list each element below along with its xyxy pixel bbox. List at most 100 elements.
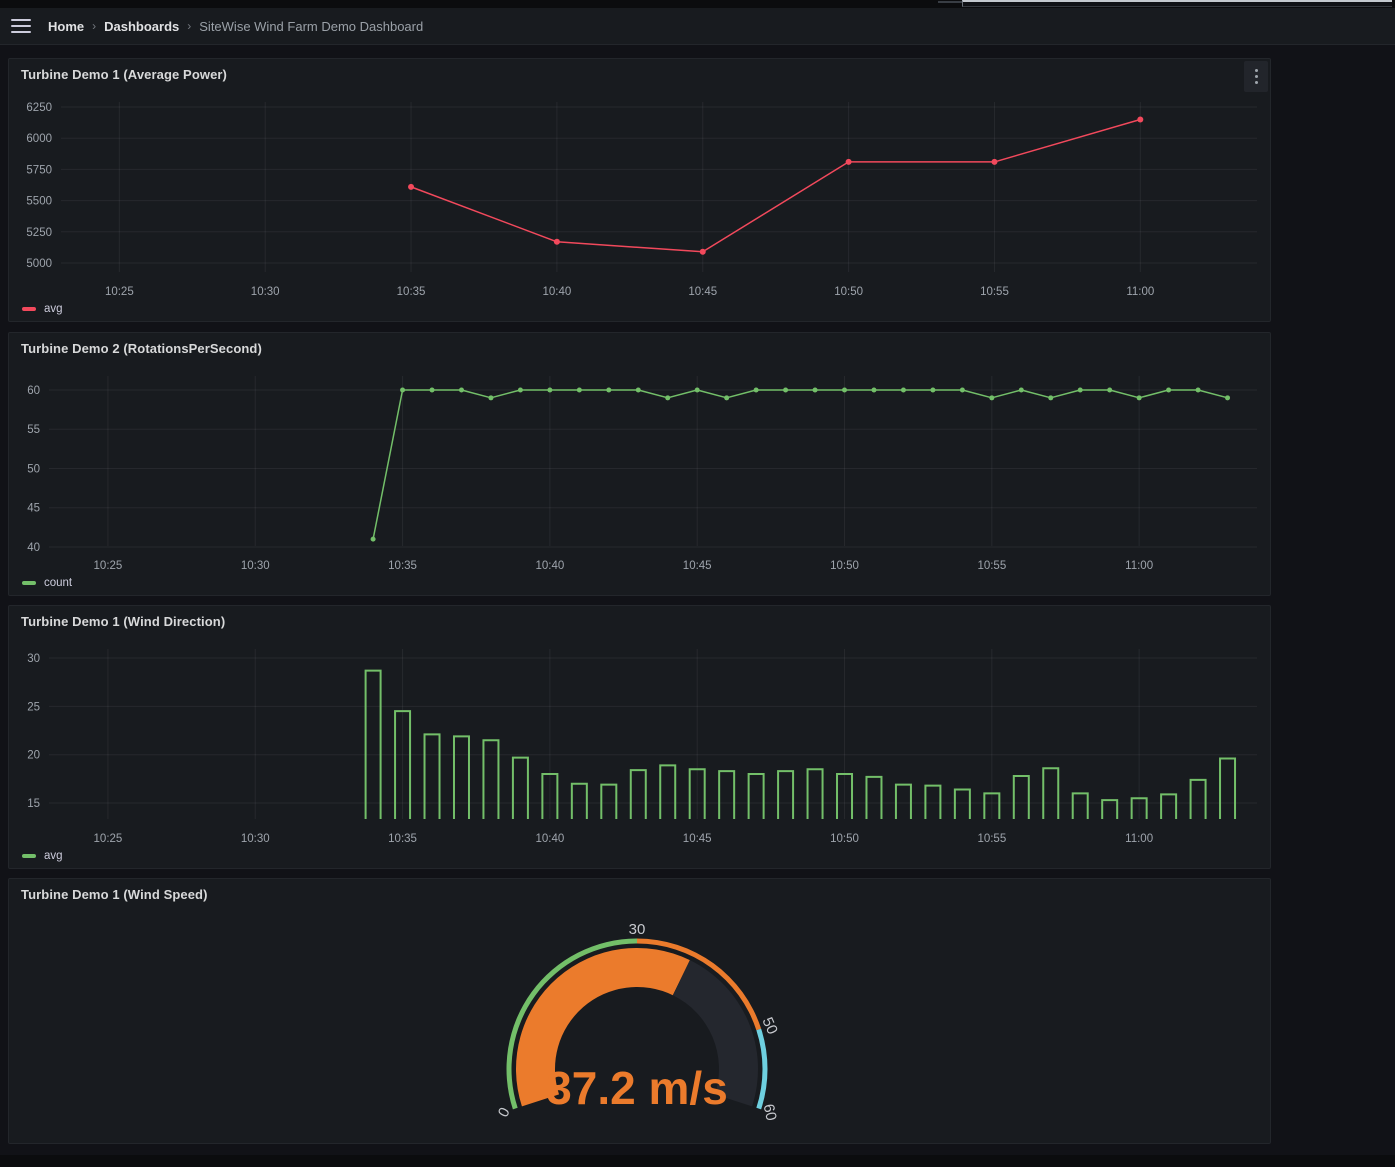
- breadcrumb-dashboards[interactable]: Dashboards: [104, 19, 179, 34]
- x-tick-label: 10:40: [543, 286, 572, 298]
- y-tick-label: 25: [27, 701, 40, 713]
- data-point: [960, 387, 965, 392]
- y-tick-label: 50: [27, 463, 40, 475]
- data-point: [1078, 387, 1083, 392]
- y-tick-label: 40: [27, 542, 40, 554]
- x-tick-label: 11:00: [1125, 833, 1153, 845]
- x-tick-label: 10:30: [241, 560, 270, 572]
- average-power-chart[interactable]: 50005250550057506000625010:2510:3010:351…: [9, 88, 1270, 322]
- gauge-tick-label: 30: [629, 921, 646, 938]
- data-point: [989, 395, 994, 400]
- x-tick-label: 10:50: [830, 833, 859, 845]
- y-tick-label: 60: [27, 385, 40, 397]
- y-tick-label: 55: [27, 424, 40, 436]
- top-edge-artifact-dash: [938, 1, 962, 3]
- y-tick-label: 20: [27, 750, 40, 762]
- x-tick-label: 10:30: [251, 286, 280, 298]
- data-point: [400, 387, 405, 392]
- bar: [513, 758, 528, 819]
- gauge-value-text: 37.2 m/s: [546, 1062, 728, 1114]
- breadcrumb: Home › Dashboards › SiteWise Wind Farm D…: [48, 19, 423, 34]
- data-point: [430, 387, 435, 392]
- x-tick-label: 10:25: [94, 560, 123, 572]
- data-point: [371, 537, 376, 542]
- data-point: [606, 387, 611, 392]
- bar: [454, 736, 469, 819]
- x-tick-label: 10:40: [535, 833, 564, 845]
- data-point: [1137, 395, 1142, 400]
- series-line: [373, 390, 1227, 539]
- data-point: [459, 387, 464, 392]
- x-tick-label: 10:40: [535, 560, 564, 572]
- bar: [808, 769, 823, 819]
- x-tick-label: 10:55: [977, 560, 1006, 572]
- x-tick-label: 10:45: [683, 833, 712, 845]
- bar: [660, 765, 675, 819]
- data-point: [547, 387, 552, 392]
- x-tick-label: 10:55: [977, 833, 1006, 845]
- menu-icon[interactable]: [11, 19, 31, 33]
- y-tick-label: 45: [27, 503, 40, 515]
- data-point: [991, 159, 997, 165]
- rotations-chart[interactable]: 404550556010:2510:3010:3510:4010:4510:50…: [9, 362, 1270, 596]
- legend-swatch: [22, 307, 36, 311]
- panel-wind-speed: Turbine Demo 1 (Wind Speed) 030506037.2 …: [8, 878, 1271, 1144]
- data-point: [488, 395, 493, 400]
- x-tick-label: 10:45: [688, 286, 717, 298]
- x-tick-label: 11:00: [1126, 286, 1154, 298]
- data-point: [1107, 387, 1112, 392]
- panel-title: Turbine Demo 1 (Average Power): [21, 67, 227, 82]
- panel-header: Turbine Demo 1 (Wind Direction): [9, 606, 1270, 636]
- data-point: [665, 395, 670, 400]
- data-point: [1225, 395, 1230, 400]
- data-point: [695, 387, 700, 392]
- x-tick-label: 10:25: [94, 833, 123, 845]
- data-point: [901, 387, 906, 392]
- data-point: [842, 387, 847, 392]
- data-point: [846, 159, 852, 165]
- gauge-tick-label: 0: [495, 1105, 514, 1120]
- y-tick-label: 6250: [26, 102, 52, 114]
- legend-label: count: [44, 577, 72, 589]
- data-point: [871, 387, 876, 392]
- legend-item-count[interactable]: count: [22, 577, 72, 589]
- bar: [896, 785, 911, 819]
- panel-title: Turbine Demo 1 (Wind Direction): [21, 614, 225, 629]
- gauge-threshold-arc: [756, 1029, 767, 1110]
- top-navbar: Home › Dashboards › SiteWise Wind Farm D…: [0, 8, 1395, 45]
- top-edge-clipped-searchbox: [962, 0, 1392, 7]
- panel-header: Turbine Demo 2 (RotationsPerSecond): [9, 333, 1270, 363]
- x-tick-label: 10:35: [388, 560, 417, 572]
- bar: [749, 774, 764, 819]
- y-tick-label: 15: [27, 798, 40, 810]
- bar: [1220, 759, 1235, 819]
- breadcrumb-current-dashboard: SiteWise Wind Farm Demo Dashboard: [199, 19, 423, 34]
- bar: [483, 740, 498, 819]
- data-point: [518, 387, 523, 392]
- panel-header: Turbine Demo 1 (Average Power): [9, 59, 1270, 89]
- data-point: [700, 249, 706, 255]
- bar: [601, 785, 616, 819]
- legend-item-avg[interactable]: avg: [22, 850, 63, 862]
- chevron-right-icon: ›: [187, 19, 191, 33]
- wind-direction-chart[interactable]: 1520253010:2510:3010:3510:4010:4510:5010…: [9, 635, 1270, 869]
- bar: [1191, 780, 1206, 819]
- wind-speed-gauge[interactable]: 030506037.2 m/s: [9, 908, 1270, 1144]
- data-point: [724, 395, 729, 400]
- bar: [425, 734, 440, 819]
- data-point: [783, 387, 788, 392]
- bar: [1014, 776, 1029, 819]
- x-tick-label: 10:50: [830, 560, 859, 572]
- data-point: [1196, 387, 1201, 392]
- y-tick-label: 5000: [26, 258, 52, 270]
- breadcrumb-home[interactable]: Home: [48, 19, 84, 34]
- legend-swatch: [22, 854, 36, 858]
- bar: [572, 784, 587, 819]
- bar: [1043, 768, 1058, 819]
- bar: [631, 770, 646, 819]
- legend-swatch: [22, 581, 36, 585]
- panel-rotations-per-second: Turbine Demo 2 (RotationsPerSecond) 40 45…: [8, 332, 1271, 596]
- gauge-tick-label: 60: [760, 1102, 780, 1122]
- bottom-strip: [0, 1155, 1395, 1167]
- legend-item-avg[interactable]: avg: [22, 303, 63, 315]
